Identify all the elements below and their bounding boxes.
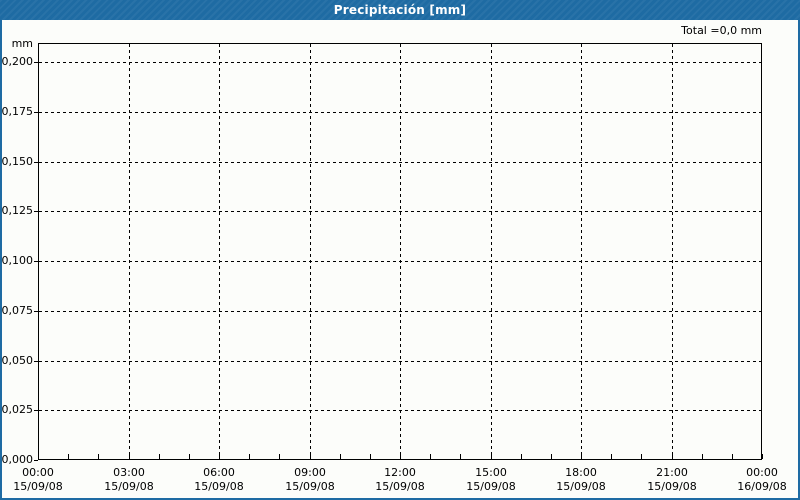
x-tick: [310, 454, 311, 459]
x-time-label: 12:00: [384, 466, 416, 479]
v-gridline: [400, 44, 401, 459]
v-gridline: [129, 44, 130, 459]
x-time-label: 21:00: [656, 466, 688, 479]
y-tick-label: 0,025: [1, 403, 34, 416]
x-date-label: 15/09/08: [647, 480, 697, 493]
x-time-label: 00:00: [746, 466, 778, 479]
y-tick: [34, 460, 38, 461]
y-tick: [34, 261, 38, 262]
x-date-label: 15/09/08: [375, 480, 425, 493]
y-tick-label: 0,000: [1, 453, 34, 466]
x-tick: [762, 454, 763, 459]
x-time-label: 03:00: [113, 466, 145, 479]
x-date-label: 15/09/08: [466, 480, 516, 493]
x-tick: [521, 454, 522, 459]
v-gridline: [310, 44, 311, 459]
x-tick: [672, 454, 673, 459]
x-tick: [38, 454, 39, 459]
y-tick: [34, 162, 38, 163]
x-tick: [551, 454, 552, 459]
x-time-label: 18:00: [565, 466, 597, 479]
x-date-label: 15/09/08: [556, 480, 606, 493]
x-tick: [611, 454, 612, 459]
x-tick: [430, 454, 431, 459]
chart-title: Precipitación [mm]: [333, 3, 467, 17]
x-tick: [159, 454, 160, 459]
chart-title-bar: Precipitación [mm]: [0, 0, 800, 20]
x-time-label: 15:00: [475, 466, 507, 479]
x-date-label: 15/09/08: [104, 480, 154, 493]
x-tick: [98, 454, 99, 459]
x-tick: [641, 454, 642, 459]
y-tick-label: 0,125: [1, 204, 34, 217]
x-time-label: 00:00: [22, 466, 54, 479]
y-tick-label: 0,200: [1, 55, 34, 68]
x-tick: [189, 454, 190, 459]
x-tick: [68, 454, 69, 459]
total-annotation: Total =0,0 mm: [681, 24, 762, 37]
x-tick: [249, 454, 250, 459]
y-tick-label: 0,175: [1, 105, 34, 118]
x-date-label: 15/09/08: [194, 480, 244, 493]
v-gridline: [219, 44, 220, 459]
x-tick: [340, 454, 341, 459]
x-tick: [279, 454, 280, 459]
y-axis-unit-label: mm: [11, 37, 33, 50]
y-tick: [34, 211, 38, 212]
y-tick-label: 0,150: [1, 155, 34, 168]
x-tick: [732, 454, 733, 459]
x-tick: [581, 454, 582, 459]
y-tick-label: 0,100: [1, 254, 34, 267]
y-tick-label: 0,050: [1, 354, 34, 367]
y-tick: [34, 62, 38, 63]
x-tick: [370, 454, 371, 459]
v-gridline: [491, 44, 492, 459]
x-tick: [460, 454, 461, 459]
x-time-label: 06:00: [203, 466, 235, 479]
x-date-label: 16/09/08: [737, 480, 787, 493]
x-time-label: 09:00: [294, 466, 326, 479]
precipitation-chart-window: Precipitación [mm] Total =0,0 mm mm 0,00…: [0, 0, 800, 500]
x-tick: [219, 454, 220, 459]
x-tick: [400, 454, 401, 459]
y-tick-label: 0,075: [1, 304, 34, 317]
y-tick: [34, 361, 38, 362]
v-gridline: [672, 44, 673, 459]
y-tick: [34, 311, 38, 312]
x-tick: [702, 454, 703, 459]
x-tick: [491, 454, 492, 459]
y-tick: [34, 112, 38, 113]
v-gridline: [581, 44, 582, 459]
x-date-label: 15/09/08: [285, 480, 335, 493]
y-tick: [34, 410, 38, 411]
x-tick: [129, 454, 130, 459]
x-date-label: 15/09/08: [13, 480, 63, 493]
